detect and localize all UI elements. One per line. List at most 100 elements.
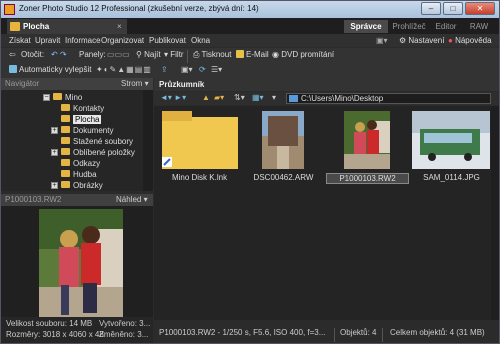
tree-item[interactable]: Kontakty	[61, 103, 104, 114]
rotate-label: Otočit:	[21, 50, 45, 59]
gear-icon: ⚙	[399, 36, 409, 45]
tree-item[interactable]: + Obrázky	[51, 180, 103, 191]
folder-icon	[61, 126, 70, 133]
thumbnail-image	[262, 111, 304, 169]
menu-windows[interactable]: Okna	[191, 36, 210, 45]
help-menu[interactable]: ● Nápověda	[448, 36, 492, 45]
menu-get[interactable]: Získat	[9, 36, 31, 45]
tree-item-label: Obrázky	[73, 181, 103, 190]
preview-mode-dropdown[interactable]: Náhled ▾	[116, 194, 148, 206]
thumbnail-item-selected[interactable]: P1000103.RW2	[326, 109, 409, 185]
main-toolbar: ⇦ Otočit: ↶ ↷ Panely: ▭▭▭ ⚲ Najít ▾ Filt…	[1, 48, 499, 64]
status-total: Celkem objektů: 4 (31 MB)	[390, 328, 485, 337]
mode-tab-raw[interactable]: RAW	[464, 20, 494, 33]
status-separator	[334, 328, 335, 342]
title-bar: Zoner Photo Studio 12 Professional (zkuš…	[1, 1, 499, 18]
tree-item-label: Plocha	[73, 115, 102, 124]
back-icon[interactable]: ⇦	[9, 50, 16, 59]
tree-item[interactable]: Plocha	[61, 114, 102, 125]
tree-item[interactable]: Odkazy	[61, 158, 100, 169]
status-separator	[382, 328, 383, 342]
menu-info[interactable]: Informace	[65, 36, 101, 45]
path-input[interactable]: C:\Users\Mino\Desktop	[286, 93, 491, 104]
folder-icon	[61, 159, 70, 166]
tree-scrollbar[interactable]	[143, 90, 153, 191]
navigator-title: Navigátor	[5, 79, 40, 88]
expand-icon[interactable]: +	[51, 182, 58, 189]
settings-menu[interactable]: ⚙ Nastavení	[399, 36, 444, 45]
file-size: Velikost souboru: 14 MB	[6, 319, 93, 328]
menu-bar: Získat Upravit Informace Organizovat Pub…	[1, 34, 499, 47]
options-icon[interactable]: ☰▾	[211, 65, 222, 74]
file-created: Vytvořeno: 3...	[99, 319, 151, 328]
status-bar: P1000103.RW2 - 1/250 s, F5.6, ISO 400, f…	[154, 324, 499, 343]
mode-tab-viewer[interactable]: Prohlížeč	[390, 20, 428, 33]
tree-item[interactable]: + Dokumenty	[51, 125, 114, 136]
thumbnail-image	[412, 111, 490, 169]
tree-item-label: Odkazy	[73, 159, 101, 168]
email-button[interactable]: E-Mail	[236, 50, 269, 59]
thumbnail-item[interactable]: Mino Disk K.lnk	[158, 109, 241, 185]
filter-button[interactable]: ▾ Filtr	[164, 50, 184, 59]
autofix-button[interactable]: Automaticky vylepšit	[9, 65, 91, 74]
rotate-right-icon[interactable]: ↷	[60, 50, 67, 59]
mode-tab-editor[interactable]: Editor	[431, 20, 461, 33]
folder-up-icon[interactable]: ▲	[202, 93, 210, 102]
tree-item-label: Kontakty	[73, 104, 105, 113]
folder-icon	[61, 148, 70, 155]
new-folder-icon[interactable]: ▰▾	[214, 93, 224, 102]
share-icon[interactable]: ⇪	[161, 65, 168, 74]
navigator-mode-dropdown[interactable]: Strom ▾	[121, 78, 149, 90]
rotate-left-icon[interactable]: ↶	[51, 50, 58, 59]
dvd-button[interactable]: ◉ DVD promítání	[272, 50, 334, 59]
file-info: Velikost souboru: 14 MB Vytvořeno: 3... …	[1, 317, 153, 343]
panel-toggle-icons[interactable]: ▭▭▭	[107, 50, 130, 59]
status-objects: Objektů: 4	[340, 328, 377, 337]
quick-edit-icons[interactable]: ✦◐✎▲▦▤▥	[96, 65, 152, 74]
nav-back-forward-icons[interactable]: ◄▾ ►▾	[160, 93, 186, 102]
collapse-icon[interactable]: −	[43, 94, 50, 101]
minimize-button[interactable]: –	[421, 2, 441, 15]
print-button[interactable]: ⎙ Tisknout	[193, 50, 231, 60]
convert-icon[interactable]: ▣▾	[181, 65, 193, 74]
drive-icon	[289, 95, 298, 102]
layout-dropdown-icon[interactable]: ▣▾	[376, 36, 388, 45]
tree-item-label: Oblíbené položky	[73, 148, 135, 157]
tree-item[interactable]: + Oblíbené položky	[51, 147, 135, 158]
folder-icon	[61, 104, 70, 111]
window-title: Zoner Photo Studio 12 Professional (zkuš…	[19, 4, 259, 13]
thumbnail-image	[344, 111, 390, 169]
menu-publish[interactable]: Publikovat	[149, 36, 186, 45]
folder-tree: − Mino Kontakty Plocha + Dokumenty Stažené sou…	[1, 90, 143, 191]
menu-organize[interactable]: Organizovat	[101, 36, 144, 45]
close-button[interactable]: ✕	[465, 2, 495, 15]
tab-desktop[interactable]: Plocha	[7, 19, 127, 34]
tree-item[interactable]: − Mino	[43, 92, 82, 103]
preview-title: P1000103.RW2	[5, 195, 62, 204]
maximize-button[interactable]: □	[443, 2, 463, 15]
tree-item[interactable]: Hudba	[61, 169, 97, 180]
refresh-icon[interactable]: ⟳	[199, 65, 206, 74]
history-dropdown-icon[interactable]: ▾	[272, 93, 276, 102]
thumbnail-label: Mino Disk K.lnk	[171, 173, 228, 182]
folder-icon	[53, 93, 62, 100]
tab-desktop-label: Plocha	[23, 22, 50, 31]
tree-item-label: Stažené soubory	[73, 137, 134, 146]
tab-close-icon[interactable]: ×	[117, 22, 122, 31]
mode-tab-manager[interactable]: Správce	[344, 20, 388, 33]
tree-item[interactable]: Stažené soubory	[61, 136, 133, 147]
menu-edit[interactable]: Upravit	[35, 36, 60, 45]
sort-icon[interactable]: ⇅▾	[234, 93, 245, 102]
preview-image	[39, 209, 123, 317]
preview-header: P1000103.RW2 Náhled ▾	[1, 194, 153, 206]
toolbar-separator	[187, 50, 188, 64]
folder-icon	[10, 22, 20, 31]
expand-icon[interactable]: +	[51, 127, 58, 134]
tree-item-label: Dokumenty	[73, 126, 114, 135]
view-mode-icon[interactable]: ▦▾	[252, 93, 264, 102]
expand-icon[interactable]: +	[51, 149, 58, 156]
thumbnail-item[interactable]: SAM_0114.JPG	[410, 109, 493, 185]
thumbnail-item[interactable]: DSC00462.ARW	[242, 109, 325, 185]
find-button[interactable]: ⚲ Najít	[136, 50, 161, 59]
help-icon: ●	[448, 36, 456, 45]
